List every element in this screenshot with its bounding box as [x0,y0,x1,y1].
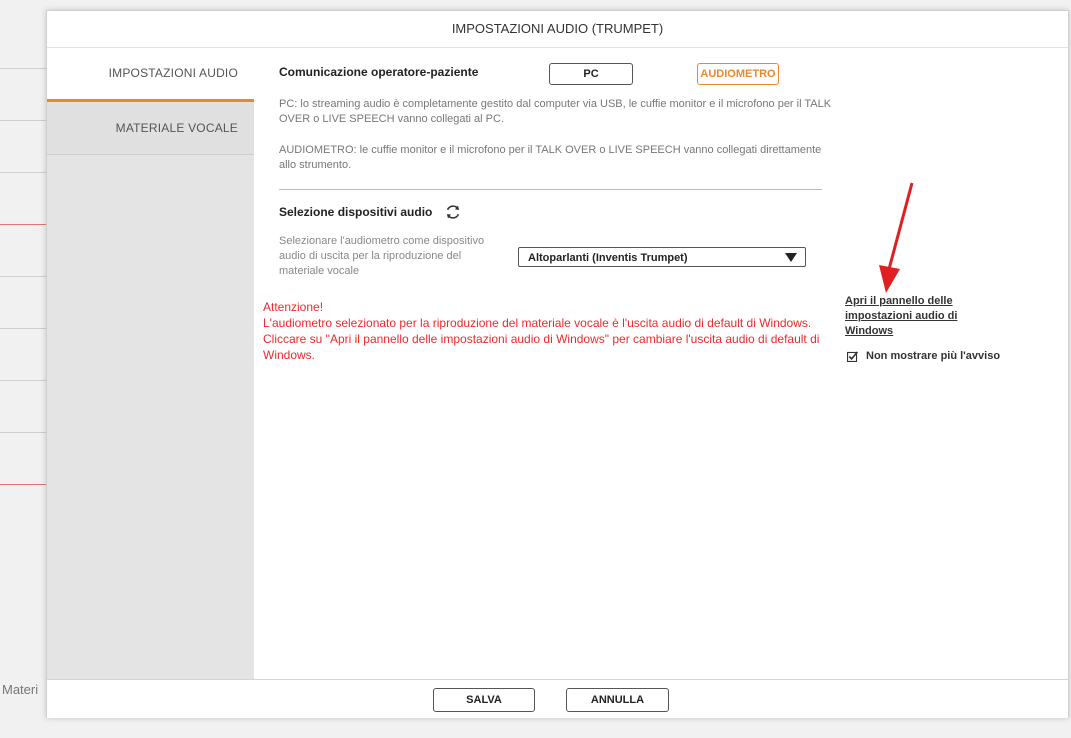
audio-settings-dialog: IMPOSTAZIONI AUDIO (TRUMPET) IMPOSTAZION… [46,10,1069,718]
background-divider [0,68,46,69]
background-divider [0,484,46,485]
background-divider [0,432,46,433]
device-selection-title: Selezione dispositivi audio [279,205,433,219]
checkbox-checked-icon[interactable] [847,350,858,362]
background-divider [0,172,46,173]
background-top-bar [46,0,1071,10]
device-selection-description: Selezionare l'audiometro come dispositiv… [279,235,485,277]
output-device-dropdown[interactable]: Altoparlanti (Inventis Trumpet) [518,247,806,267]
settings-content: Comunicazione operatore-paziente PC AUDI… [254,48,1068,680]
dropdown-arrow-icon [785,253,797,262]
sidebar-item-speech-material[interactable]: MATERIALE VOCALE [47,102,254,155]
sidebar-item-audio-settings[interactable]: IMPOSTAZIONI AUDIO [47,48,254,102]
warning-heading: Attenzione! [263,300,324,314]
audiometer-mode-button[interactable]: AUDIOMETRO [697,63,779,85]
device-selection-header: Selezione dispositivi audio [279,203,462,221]
communication-row: Comunicazione operatore-paziente PC AUDI… [279,63,839,85]
background-divider [0,120,46,121]
cancel-button[interactable]: ANNULLA [566,688,669,712]
warning-instruction: Cliccare su "Apri il pannello delle impo… [263,332,820,362]
communication-label: Comunicazione operatore-paziente [279,65,479,79]
default-output-warning: Attenzione! L'audiometro selezionato per… [263,299,833,363]
background-divider [0,276,46,277]
output-device-value: Altoparlanti (Inventis Trumpet) [528,252,688,264]
background-truncated-label: Materi [2,682,39,697]
open-windows-audio-panel-link[interactable]: Apri il pannello delle impostazioni audi… [845,294,995,339]
dont-show-again-checkbox[interactable]: Non mostrare più l'avviso [847,350,1000,362]
section-divider [279,189,822,190]
pc-mode-button[interactable]: PC [549,63,633,85]
save-button[interactable]: SALVA [433,688,535,712]
dont-show-again-label: Non mostrare più l'avviso [866,350,1001,362]
dialog-footer: SALVA ANNULLA [47,679,1068,718]
background-divider [0,224,46,225]
refresh-icon[interactable] [444,203,462,221]
settings-sidebar: IMPOSTAZIONI AUDIO MATERIALE VOCALE [47,48,254,680]
warning-message: L'audiometro selezionato per la riproduz… [263,316,812,330]
dialog-title: IMPOSTAZIONI AUDIO (TRUMPET) [47,11,1068,48]
background-divider [0,328,46,329]
background-divider [0,380,46,381]
pc-description: PC: lo streaming audio è completamente g… [279,98,832,125]
audiometer-description: AUDIOMETRO: le cuffie monitor e il micro… [279,144,822,171]
annotation-arrow-icon [879,182,914,293]
background-left-panel [0,0,46,738]
